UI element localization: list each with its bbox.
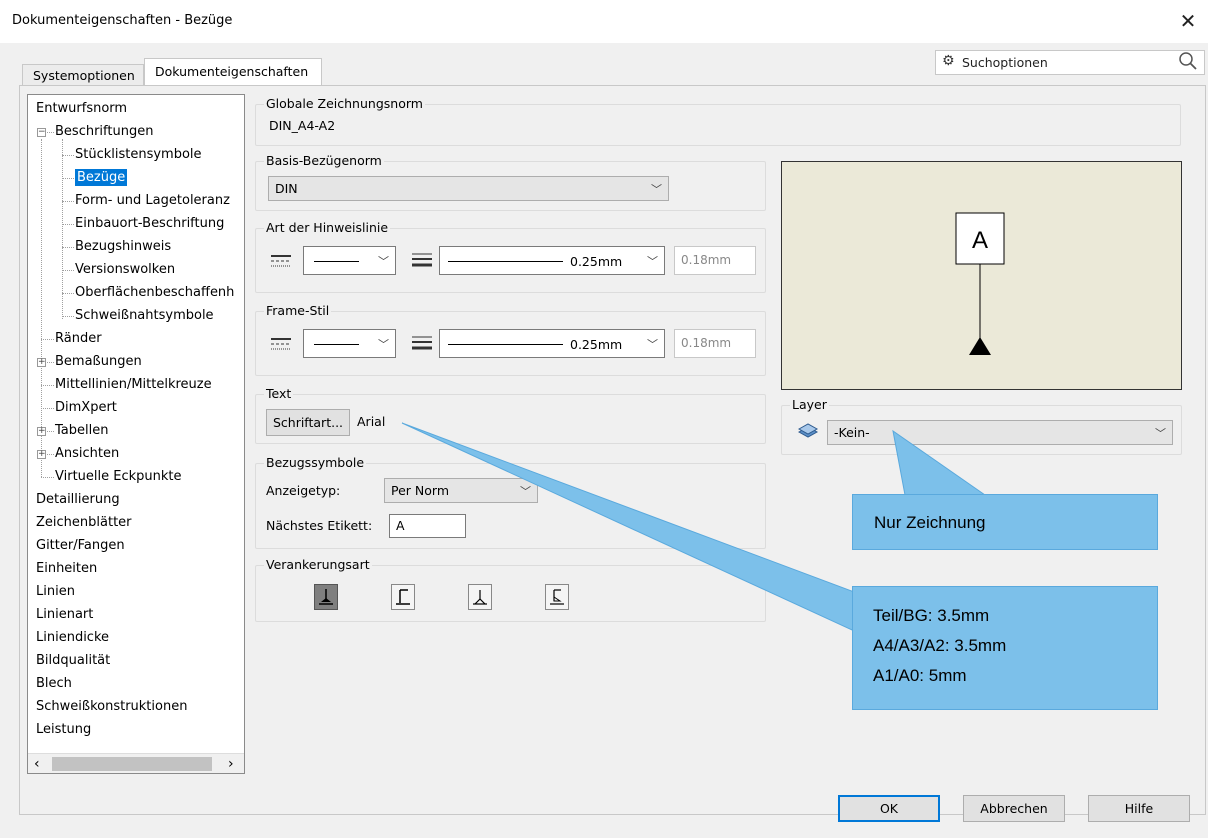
callout-drawing-only-text: Nur Zeichnung (874, 513, 986, 532)
callout-size-line: A1/A0: 5mm (873, 666, 967, 685)
callout-pointers (401, 422, 987, 631)
callout-size-line: Teil/BG: 3.5mm (873, 606, 990, 625)
help-button[interactable]: Hilfe (1088, 795, 1190, 822)
callout-size-line: A4/A3/A2: 3.5mm (873, 636, 1007, 655)
cancel-button[interactable]: Abbrechen (963, 795, 1065, 822)
ok-button[interactable]: OK (838, 795, 940, 822)
callout-drawing-only: Nur Zeichnung (852, 494, 1158, 550)
callout-text-sizes: Teil/BG: 3.5mm A4/A3/A2: 3.5mm A1/A0: 5m… (852, 586, 1158, 710)
